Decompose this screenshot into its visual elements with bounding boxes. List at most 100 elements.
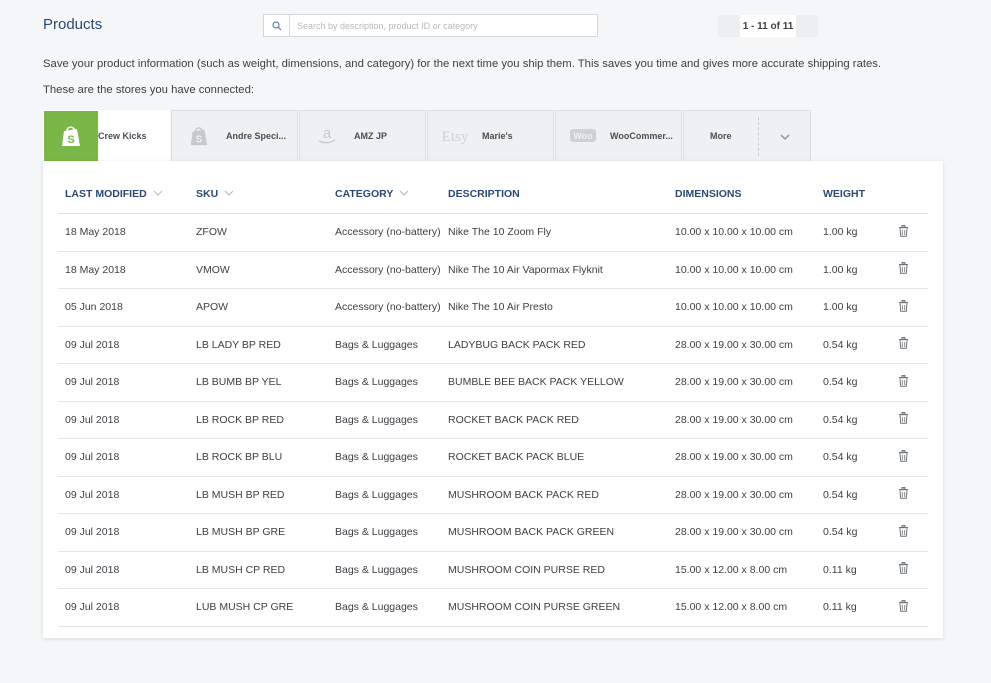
column-header-dimensions: DIMENSIONS [668,175,816,214]
cell-modified: 09 Jul 2018 [58,326,189,364]
cell-category: Accessory (no-battery) [328,213,441,252]
pagination: 1 - 11 of 11 [718,15,818,37]
store-tabs: S Crew Kicks S Andre Speci... a AMZ JP E… [43,110,812,162]
store-tab-crew-kicks[interactable]: S Crew Kicks [43,110,170,162]
cell-dimensions: 28.00 x 19.00 x 30.00 cm [668,326,816,364]
chevron-down-icon[interactable] [399,188,409,200]
cell-sku: LB MUSH BP GRE [189,513,328,552]
cell-modified: 09 Jul 2018 [58,401,189,439]
store-tab-label: Andre Speci... [226,131,287,141]
cell-sku: LB ROCK BP RED [189,401,328,439]
cell-category: Bags & Luggages [328,551,441,589]
cell-description: Nike The 10 Air Presto [441,288,668,327]
store-tab-maries[interactable]: Etsy Marie's [427,110,554,161]
table-row[interactable]: 09 Jul 2018 LB MUSH BP RED Bags & Luggages… [58,476,928,514]
cell-weight: 1.00 kg [816,288,876,327]
trash-icon[interactable] [898,449,909,465]
cell-weight: 0.11 kg [816,588,876,627]
cell-actions [876,213,928,252]
table-row[interactable]: 18 May 2018 ZFOW Accessory (no-battery) Nik… [58,213,928,252]
table-row[interactable]: 09 Jul 2018 LB ROCK BP BLU Bags & Luggages… [58,438,928,477]
trash-icon[interactable] [898,374,909,390]
trash-icon[interactable] [898,562,909,577]
store-tab-andre-speci[interactable]: S Andre Speci... [171,110,298,161]
table-row[interactable]: 09 Jul 2018 LUB MUSH CP GRE Bags & Luggage… [58,588,928,627]
chevron-down-icon[interactable] [224,188,234,200]
trash-icon[interactable] [898,299,909,315]
column-header-sku[interactable]: SKU [189,175,328,214]
table-row[interactable]: 09 Jul 2018 LB ROCK BP RED Bags & Luggages… [58,401,928,439]
page-title: Products [43,16,103,33]
cell-weight: 1.00 kg [816,251,876,289]
intro-text: Save your product information (such as w… [43,58,882,70]
chevron-down-icon[interactable] [779,130,791,148]
cell-dimensions: 28.00 x 19.00 x 30.00 cm [668,438,816,477]
cell-weight: 0.54 kg [816,326,876,364]
cell-sku: LB BUMB BP YEL [189,363,328,402]
cell-description: Nike The 10 Air Vapormax Flyknit [441,251,668,289]
search-box[interactable] [263,14,598,37]
trash-icon[interactable] [898,224,909,240]
cell-weight: 0.11 kg [816,551,876,589]
store-tab-woocommerce[interactable]: Woo WooCommer... [555,110,682,161]
trash-icon[interactable] [898,599,909,615]
more-label: More [710,131,732,141]
cell-actions [876,401,928,439]
table-row[interactable]: 09 Jul 2018 LB BUMB BP YEL Bags & Luggages… [58,363,928,402]
cell-dimensions: 10.00 x 10.00 x 10.00 cm [668,213,816,252]
cell-sku: LB MUSH BP RED [189,476,328,514]
cell-modified: 18 May 2018 [58,213,189,252]
trash-icon[interactable] [898,487,909,502]
cell-description: MUSHROOM BACK PACK GREEN [441,513,668,552]
prev-page-button[interactable] [718,15,740,37]
cell-sku: LB MUSH CP RED [189,551,328,589]
cell-modified: 05 Jun 2018 [58,288,189,327]
shopify-icon: S [44,110,98,162]
trash-icon[interactable] [898,412,909,427]
trash-icon[interactable] [898,337,909,352]
cell-actions [876,513,928,552]
cell-actions [876,363,928,402]
cell-category: Accessory (no-battery) [328,288,441,327]
search-icon[interactable] [264,15,290,36]
chevron-down-icon[interactable] [153,188,163,200]
cell-sku: LB LADY BP RED [189,326,328,364]
cell-category: Bags & Luggages [328,363,441,402]
more-stores-dropdown[interactable]: More [683,110,811,161]
svg-text:Woo: Woo [573,131,593,141]
cell-weight: 0.54 kg [816,513,876,552]
woocommerce-icon: Woo [556,111,610,162]
store-tab-amz-jp[interactable]: a AMZ JP [299,110,426,161]
amazon-icon: a [300,111,354,162]
next-page-button[interactable] [796,15,818,37]
table-row[interactable]: 09 Jul 2018 LB MUSH CP RED Bags & Luggages… [58,551,928,589]
table-row[interactable]: 09 Jul 2018 LB LADY BP RED Bags & Luggages… [58,326,928,364]
search-input[interactable] [290,19,589,32]
cell-sku: ZFOW [189,213,328,252]
table-row[interactable]: 05 Jun 2018 APOW Accessory (no-battery) Nik… [58,288,928,327]
cell-dimensions: 28.00 x 19.00 x 30.00 cm [668,363,816,402]
column-header-category[interactable]: CATEGORY [328,175,441,214]
cell-weight: 0.54 kg [816,363,876,402]
cell-modified: 09 Jul 2018 [58,363,189,402]
cell-weight: 0.54 kg [816,438,876,477]
cell-sku: LUB MUSH CP GRE [189,588,328,627]
table-row[interactable]: 18 May 2018 VMOW Accessory (no-battery) Nik… [58,251,928,289]
cell-modified: 09 Jul 2018 [58,438,189,477]
table-body: 18 May 2018 ZFOW Accessory (no-battery) Nik… [58,213,928,627]
trash-icon[interactable] [898,262,909,277]
cell-dimensions: 15.00 x 12.00 x 8.00 cm [668,551,816,589]
cell-description: LADYBUG BACK PACK RED [441,326,668,364]
cell-sku: LB ROCK BP BLU [189,438,328,477]
cell-weight: 0.54 kg [816,401,876,439]
shopify-icon: S [172,111,226,162]
cell-description: ROCKET BACK PACK RED [441,401,668,439]
store-tab-label: Marie's [482,131,513,141]
cell-category: Bags & Luggages [328,401,441,439]
cell-modified: 09 Jul 2018 [58,588,189,627]
products-table: LAST MODIFIED SKU CATEGORY DESCRIPTION D… [58,175,928,627]
cell-actions [876,551,928,589]
column-header-last-modified[interactable]: LAST MODIFIED [58,175,189,214]
table-row[interactable]: 09 Jul 2018 LB MUSH BP GRE Bags & Luggages… [58,513,928,552]
trash-icon[interactable] [898,524,909,540]
